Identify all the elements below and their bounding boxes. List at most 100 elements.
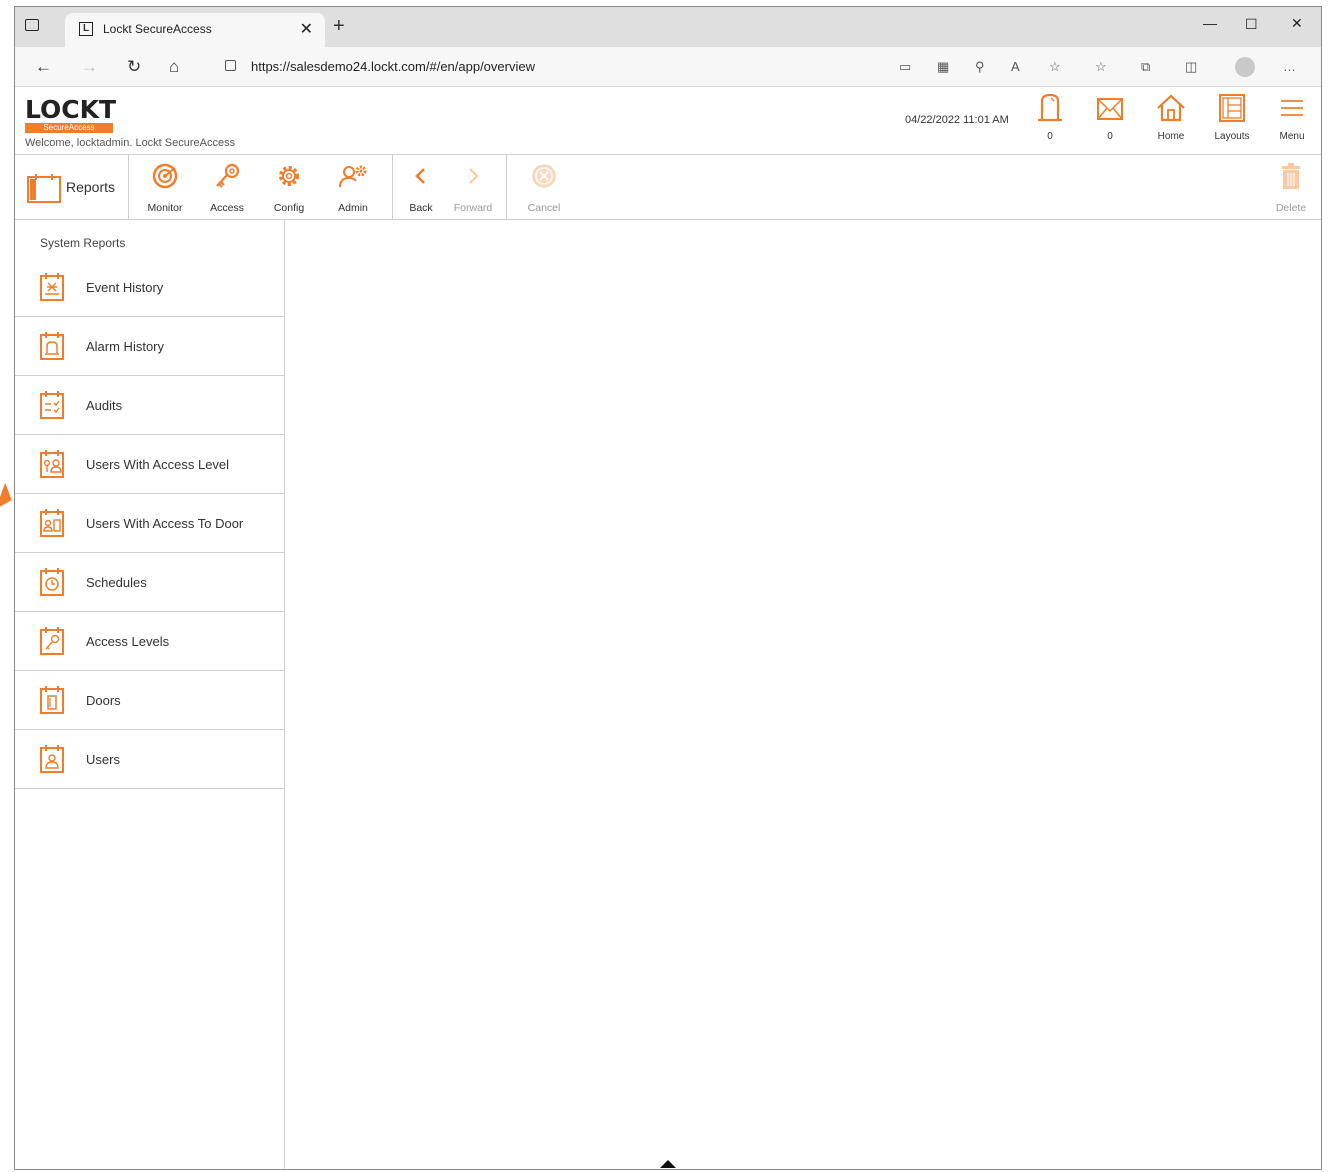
reports-sidebar: System Reports Event History Alarm Histo… [15, 220, 285, 1169]
sidebar-item-label: Schedules [86, 575, 147, 590]
envelope-icon [1097, 98, 1123, 120]
hamburger-menu-icon [1281, 100, 1303, 116]
refresh-icon[interactable]: ↻ [127, 57, 141, 77]
sidebar-item-schedules[interactable]: Schedules [15, 553, 284, 612]
monitor-radar-icon [152, 163, 178, 189]
report-content-area [286, 220, 1321, 1169]
browser-tab[interactable]: L Lockt SecureAccess ✕ [65, 13, 325, 47]
admin-button[interactable]: Admin [325, 163, 381, 214]
menu-button[interactable]: Menu [1267, 93, 1317, 142]
favorites-icon[interactable]: ☆ [1095, 59, 1107, 75]
back-chevron-icon [415, 168, 425, 184]
layouts-icon [1219, 94, 1245, 122]
sidebar-item-label: Event History [86, 280, 164, 295]
delete-label: Delete [1275, 202, 1307, 214]
collections-icon[interactable]: ⧉ [1141, 59, 1150, 75]
app-available-icon[interactable]: ▭ [899, 59, 911, 75]
sidebar-item-alarm-history[interactable]: Alarm History [15, 317, 284, 376]
lockt-logo: LOCKT [25, 95, 117, 124]
qr-icon[interactable]: ▦ [937, 59, 949, 75]
tab-actions-icon[interactable] [25, 19, 39, 31]
users-access-level-icon [40, 450, 64, 478]
forward-chevron-icon [469, 168, 479, 184]
key-icon[interactable]: ⚲ [975, 59, 985, 75]
toolbar-separator [506, 155, 507, 219]
users-icon [40, 745, 64, 773]
browser-window: L Lockt SecureAccess ✕ + — ☐ ✕ ← → ↻ ⌂ h… [14, 6, 1322, 1170]
sidebar-item-event-history[interactable]: Event History [15, 258, 284, 317]
config-gear-icon [279, 166, 299, 186]
cancel-button[interactable]: Cancel [516, 163, 572, 214]
main-toolbar: Reports Monitor Access Config Admin Back… [15, 155, 1321, 220]
minimize-icon[interactable]: — [1203, 15, 1217, 31]
lock-icon[interactable] [225, 60, 236, 71]
new-tab-icon[interactable]: + [333, 15, 345, 38]
window-close-icon[interactable]: ✕ [1291, 15, 1303, 32]
extensions-icon[interactable]: ◫ [1185, 59, 1197, 75]
schedules-icon [40, 568, 64, 596]
sidebar-item-label: Users With Access Level [86, 457, 230, 472]
address-bar: ← → ↻ ⌂ https://salesdemo24.lockt.com/#/… [15, 47, 1321, 87]
sidebar-item-label: Doors [86, 693, 121, 708]
monitor-button[interactable]: Monitor [137, 163, 193, 214]
access-label: Access [210, 202, 244, 214]
home-icon [1157, 94, 1185, 122]
sidebar-item-users[interactable]: Users [15, 730, 284, 789]
alarm-history-icon [40, 332, 64, 360]
sidebar-item-access-levels[interactable]: Access Levels [15, 612, 284, 671]
alarms-button[interactable]: 0 [1025, 93, 1075, 142]
current-datetime: 04/22/2022 11:01 AM [905, 114, 1009, 126]
add-favorite-icon[interactable]: ☆ [1049, 59, 1061, 75]
audits-icon [40, 391, 64, 419]
sidebar-item-audits[interactable]: Audits [15, 376, 284, 435]
access-levels-icon [40, 627, 64, 655]
cancel-label: Cancel [527, 202, 561, 214]
layouts-label: Layouts [1214, 131, 1250, 142]
welcome-text: Welcome, locktadmin. Lockt SecureAccess [25, 137, 236, 149]
maximize-icon[interactable]: ☐ [1245, 16, 1258, 33]
admin-user-gear-icon [339, 165, 367, 188]
more-options-icon[interactable]: … [1283, 59, 1296, 74]
forward-arrow-icon[interactable]: → [81, 57, 98, 77]
messages-button[interactable]: 0 [1085, 93, 1135, 142]
layouts-button[interactable]: Layouts [1207, 93, 1257, 142]
forward-label: Forward [453, 202, 493, 214]
doors-icon [40, 686, 64, 714]
profile-avatar[interactable] [1235, 57, 1255, 77]
access-key-icon [216, 163, 240, 188]
sidebar-item-users-with-access-level[interactable]: Users With Access Level [15, 435, 284, 494]
sidebar-item-users-with-access-to-door[interactable]: Users With Access To Door [15, 494, 284, 553]
tab-strip: L Lockt SecureAccess ✕ + — ☐ ✕ [15, 7, 1321, 47]
access-button[interactable]: Access [199, 163, 255, 214]
sidebar-item-label: Access Levels [86, 634, 170, 649]
trash-icon [1282, 163, 1300, 189]
config-button[interactable]: Config [261, 163, 317, 214]
reports-section[interactable]: Reports [15, 155, 129, 219]
menu-label: Menu [1279, 131, 1305, 142]
read-aloud-icon[interactable]: A [1011, 59, 1020, 74]
sidebar-item-label: Users [86, 752, 120, 767]
event-history-icon [40, 273, 64, 301]
reports-label: Reports [66, 179, 116, 195]
delete-button[interactable]: Delete [1263, 163, 1319, 214]
sidebar-title: System Reports [40, 236, 126, 250]
admin-label: Admin [338, 202, 368, 214]
back-arrow-icon[interactable]: ← [35, 57, 52, 77]
report-list: Event History Alarm History Audits Users… [15, 258, 284, 789]
users-access-door-icon [40, 509, 64, 537]
forward-button[interactable]: Forward [445, 163, 501, 214]
home-browser-icon[interactable]: ⌂ [169, 57, 179, 77]
back-label: Back [409, 202, 433, 214]
favicon-icon: L [79, 22, 93, 36]
back-button[interactable]: Back [393, 163, 449, 214]
logo-subtitle: SecureAccess [25, 123, 113, 133]
collapse-caret-icon[interactable] [660, 1160, 676, 1168]
cancel-x-icon [532, 164, 556, 188]
alarms-count: 0 [1047, 131, 1053, 142]
reports-icon [27, 174, 61, 203]
sidebar-item-doors[interactable]: Doors [15, 671, 284, 730]
close-tab-icon[interactable]: ✕ [300, 19, 313, 39]
tab-title: Lockt SecureAccess [103, 22, 212, 36]
url-input[interactable]: https://salesdemo24.lockt.com/#/en/app/o… [251, 59, 535, 74]
home-button[interactable]: Home [1146, 93, 1196, 142]
